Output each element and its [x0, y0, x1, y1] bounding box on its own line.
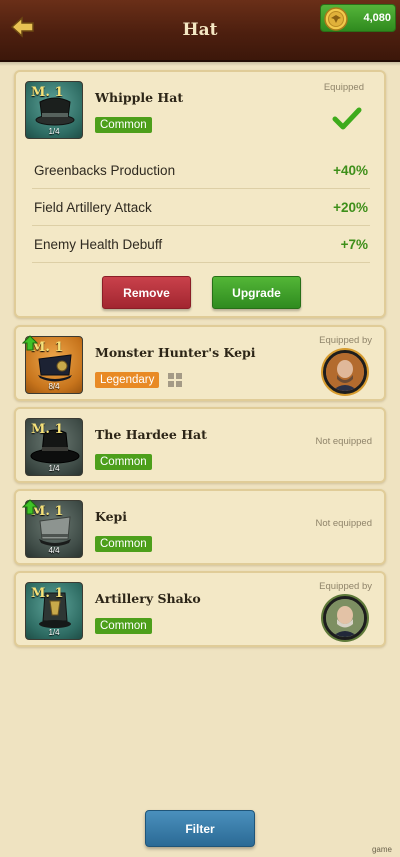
filter-button[interactable]: Filter — [145, 810, 255, 847]
stat-value: +7% — [340, 237, 368, 252]
upgrade-button[interactable]: Upgrade — [212, 276, 301, 309]
upgrade-arrow-icon — [22, 499, 38, 515]
item-thumbnail[interactable]: M. 1 1/4 — [25, 81, 83, 139]
rarity-badge: Common — [95, 536, 152, 552]
item-name: The Hardee Hat — [95, 427, 207, 442]
item-name: Whipple Hat — [95, 90, 184, 105]
stat-label: Greenbacks Production — [34, 163, 176, 178]
top-bar: Hat 4,080 — [0, 0, 400, 66]
item-count: 1/4 — [48, 628, 60, 637]
list-item[interactable]: M. 1 4/4 Kepi Common Not equipped — [14, 489, 386, 565]
general-avatar[interactable] — [323, 596, 367, 640]
currency-value: 4,080 — [363, 12, 391, 24]
remove-button[interactable]: Remove — [102, 276, 191, 309]
level-tag: M. 1 — [31, 422, 64, 437]
list-item[interactable]: M. 1 1/4 The Hardee Hat Common Not equip… — [14, 407, 386, 483]
list-item[interactable]: M. 1 1/4 Artillery Shako Common Equipped… — [14, 571, 386, 647]
item-name: Artillery Shako — [95, 591, 201, 606]
item-count: 4/4 — [48, 546, 60, 555]
rarity-badge: Common — [95, 117, 152, 133]
eagle-coin-icon — [323, 6, 349, 32]
set-grid-icon[interactable] — [168, 373, 182, 387]
item-thumbnail: M. 1 1/4 — [25, 418, 83, 476]
level-tag: M. 1 — [31, 85, 64, 100]
rarity-badge: Legendary — [95, 372, 160, 388]
level-tag: M. 1 — [31, 586, 64, 601]
stat-label: Field Artillery Attack — [34, 200, 152, 215]
stat-row: Enemy Health Debuff +7% — [32, 226, 370, 263]
upgrade-arrow-icon — [22, 335, 38, 351]
general-avatar[interactable] — [323, 350, 367, 394]
equip-status: Equipped — [323, 82, 364, 93]
equip-status: Equipped by — [319, 581, 372, 592]
rarity-badge: Common — [95, 618, 152, 634]
rarity-badge: Common — [95, 454, 152, 470]
item-count: 1/4 — [48, 127, 60, 136]
item-name: Kepi — [95, 509, 128, 524]
item-name: Monster Hunter's Kepi — [95, 345, 256, 360]
stat-row: Greenbacks Production +40% — [32, 152, 370, 189]
list-item[interactable]: M. 1 8/4 Monster Hunter's Kepi Legendary… — [14, 325, 386, 401]
item-count: 1/4 — [48, 464, 60, 473]
item-thumbnail: M. 1 1/4 — [25, 582, 83, 640]
equip-status: Not equipped — [315, 518, 372, 529]
checkmark-icon — [332, 106, 362, 132]
currency-display[interactable]: 4,080 — [320, 4, 396, 32]
watermark: game — [371, 845, 392, 854]
general-portrait-icon — [326, 353, 364, 391]
equip-status: Not equipped — [315, 436, 372, 447]
general-portrait-icon — [326, 599, 364, 637]
stat-row: Field Artillery Attack +20% — [32, 189, 370, 226]
stat-value: +20% — [333, 200, 368, 215]
item-count: 8/4 — [48, 382, 60, 391]
equip-status: Equipped by — [319, 335, 372, 346]
stat-value: +40% — [333, 163, 368, 178]
stat-label: Enemy Health Debuff — [34, 237, 163, 252]
equipped-item-card: M. 1 1/4 Whipple Hat Common Equipped Gre… — [14, 70, 386, 318]
